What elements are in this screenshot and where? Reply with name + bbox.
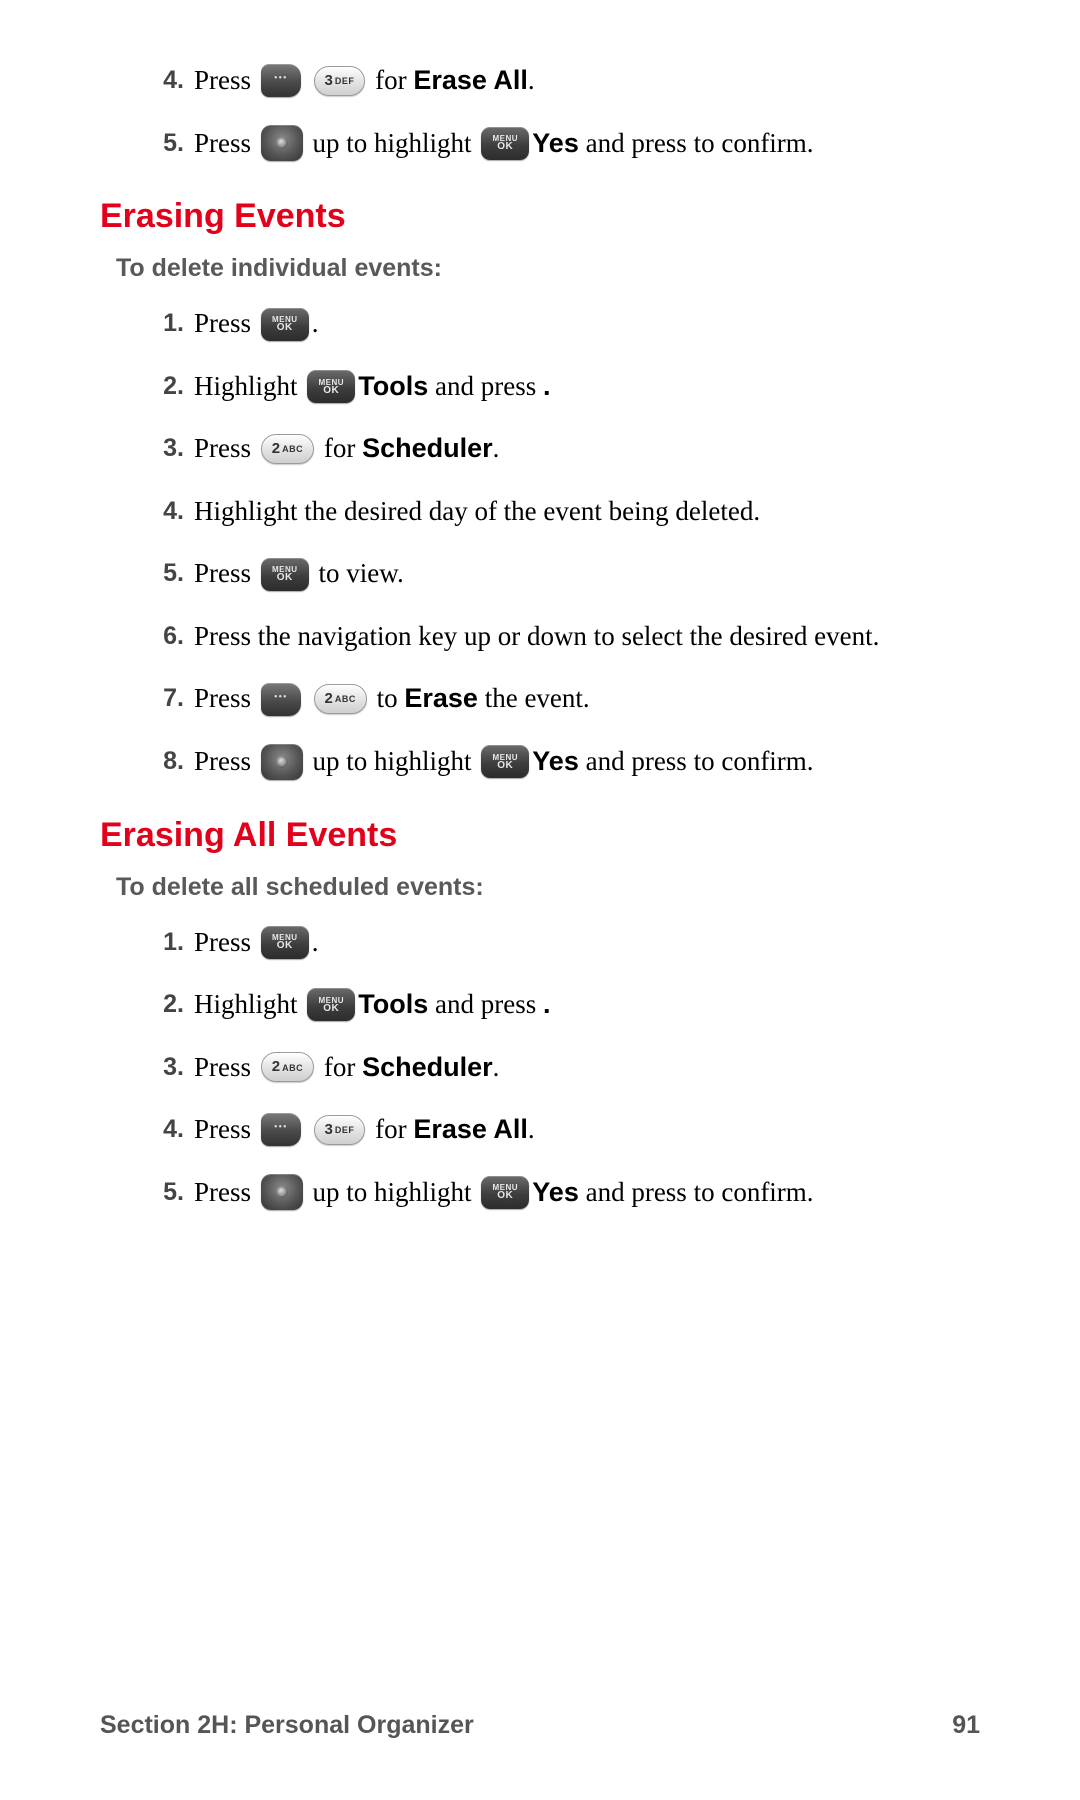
heading-erasing-all-events: Erasing All Events [100, 816, 980, 855]
menu-ok-key-icon: MENUOK [307, 988, 355, 1021]
step: 2.Highlight MENUOKTools and press . [100, 984, 980, 1025]
step-text: Press the navigation key up or down to s… [194, 616, 980, 657]
keypad-3-key-icon: 3DEF [314, 1115, 366, 1145]
step-text: Press MENUOK to view. [194, 553, 980, 594]
step-number: 2. [148, 984, 194, 1024]
footer-page-number: 91 [952, 1711, 980, 1740]
menu-ok-key-icon: MENUOK [261, 926, 309, 959]
softkey-icon [261, 64, 301, 97]
menu-ok-key-icon: MENUOK [261, 558, 309, 591]
step-text: Press 3DEF for Erase All. [194, 1109, 980, 1150]
step-number: 6. [148, 616, 194, 656]
steps-erasing-events: 1.Press MENUOK.2.Highlight MENUOKTools a… [100, 303, 980, 781]
step-number: 3. [148, 1047, 194, 1087]
step: 3.Press 2ABC for Scheduler. [100, 428, 980, 469]
step-number: 4. [148, 491, 194, 531]
step: 8.Press up to highlight MENUOKYes and pr… [100, 741, 980, 782]
heading-erasing-events: Erasing Events [100, 197, 980, 236]
step: 5.Press up to highlight MENUOKYes and pr… [100, 1172, 980, 1213]
lead-erasing-all-events: To delete all scheduled events: [116, 873, 980, 902]
page-footer: Section 2H: Personal Organizer 91 [100, 1711, 980, 1740]
step-number: 2. [148, 366, 194, 406]
menu-ok-key-icon: MENUOK [261, 308, 309, 341]
step-text: Press MENUOK. [194, 922, 980, 963]
footer-section-label: Section 2H: Personal Organizer [100, 1711, 474, 1740]
step: 4.Press 3DEF for Erase All. [100, 60, 980, 101]
step-text: Press 2ABC for Scheduler. [194, 1047, 980, 1088]
keypad-2-key-icon: 2ABC [314, 684, 367, 714]
step-number: 5. [148, 1172, 194, 1212]
step-number: 3. [148, 428, 194, 468]
step: 6.Press the navigation key up or down to… [100, 616, 980, 657]
softkey-icon [261, 1113, 301, 1146]
step: 5.Press up to highlight MENUOKYes and pr… [100, 123, 980, 164]
menu-ok-key-icon: MENUOK [481, 745, 529, 778]
softkey-icon [261, 683, 301, 716]
lead-erasing-events: To delete individual events: [116, 254, 980, 283]
step: 5.Press MENUOK to view. [100, 553, 980, 594]
step: 2.Highlight MENUOKTools and press . [100, 366, 980, 407]
step-number: 1. [148, 922, 194, 962]
step: 1.Press MENUOK. [100, 922, 980, 963]
step-text: Highlight MENUOKTools and press . [194, 366, 980, 407]
step: 7.Press 2ABC to Erase the event. [100, 678, 980, 719]
step-number: 8. [148, 741, 194, 781]
step-number: 7. [148, 678, 194, 718]
step-number: 4. [148, 60, 194, 100]
step: 3.Press 2ABC for Scheduler. [100, 1047, 980, 1088]
keypad-2-key-icon: 2ABC [261, 1052, 314, 1082]
step: 4.Highlight the desired day of the event… [100, 491, 980, 532]
step-number: 5. [148, 123, 194, 163]
step-number: 5. [148, 553, 194, 593]
menu-ok-key-icon: MENUOK [481, 1176, 529, 1209]
keypad-2-key-icon: 2ABC [261, 434, 314, 464]
continuation-steps: 4.Press 3DEF for Erase All.5.Press up to… [100, 60, 980, 163]
keypad-3-key-icon: 3DEF [314, 66, 366, 96]
step-number: 1. [148, 303, 194, 343]
steps-erasing-all-events: 1.Press MENUOK.2.Highlight MENUOKTools a… [100, 922, 980, 1213]
step-text: Press 2ABC to Erase the event. [194, 678, 980, 719]
step-text: Press up to highlight MENUOKYes and pres… [194, 123, 980, 164]
step-text: Press up to highlight MENUOKYes and pres… [194, 1172, 980, 1213]
step: 1.Press MENUOK. [100, 303, 980, 344]
step-text: Press 3DEF for Erase All. [194, 60, 980, 101]
menu-ok-key-icon: MENUOK [481, 127, 529, 160]
manual-page: 4.Press 3DEF for Erase All.5.Press up to… [0, 0, 1080, 1800]
step-text: Press MENUOK. [194, 303, 980, 344]
step-text: Press 2ABC for Scheduler. [194, 428, 980, 469]
step-text: Highlight the desired day of the event b… [194, 491, 980, 532]
navigation-key-icon [261, 744, 303, 780]
step-number: 4. [148, 1109, 194, 1149]
step-text: Press up to highlight MENUOKYes and pres… [194, 741, 980, 782]
navigation-key-icon [261, 125, 303, 161]
navigation-key-icon [261, 1174, 303, 1210]
step: 4.Press 3DEF for Erase All. [100, 1109, 980, 1150]
step-text: Highlight MENUOKTools and press . [194, 984, 980, 1025]
menu-ok-key-icon: MENUOK [307, 370, 355, 403]
